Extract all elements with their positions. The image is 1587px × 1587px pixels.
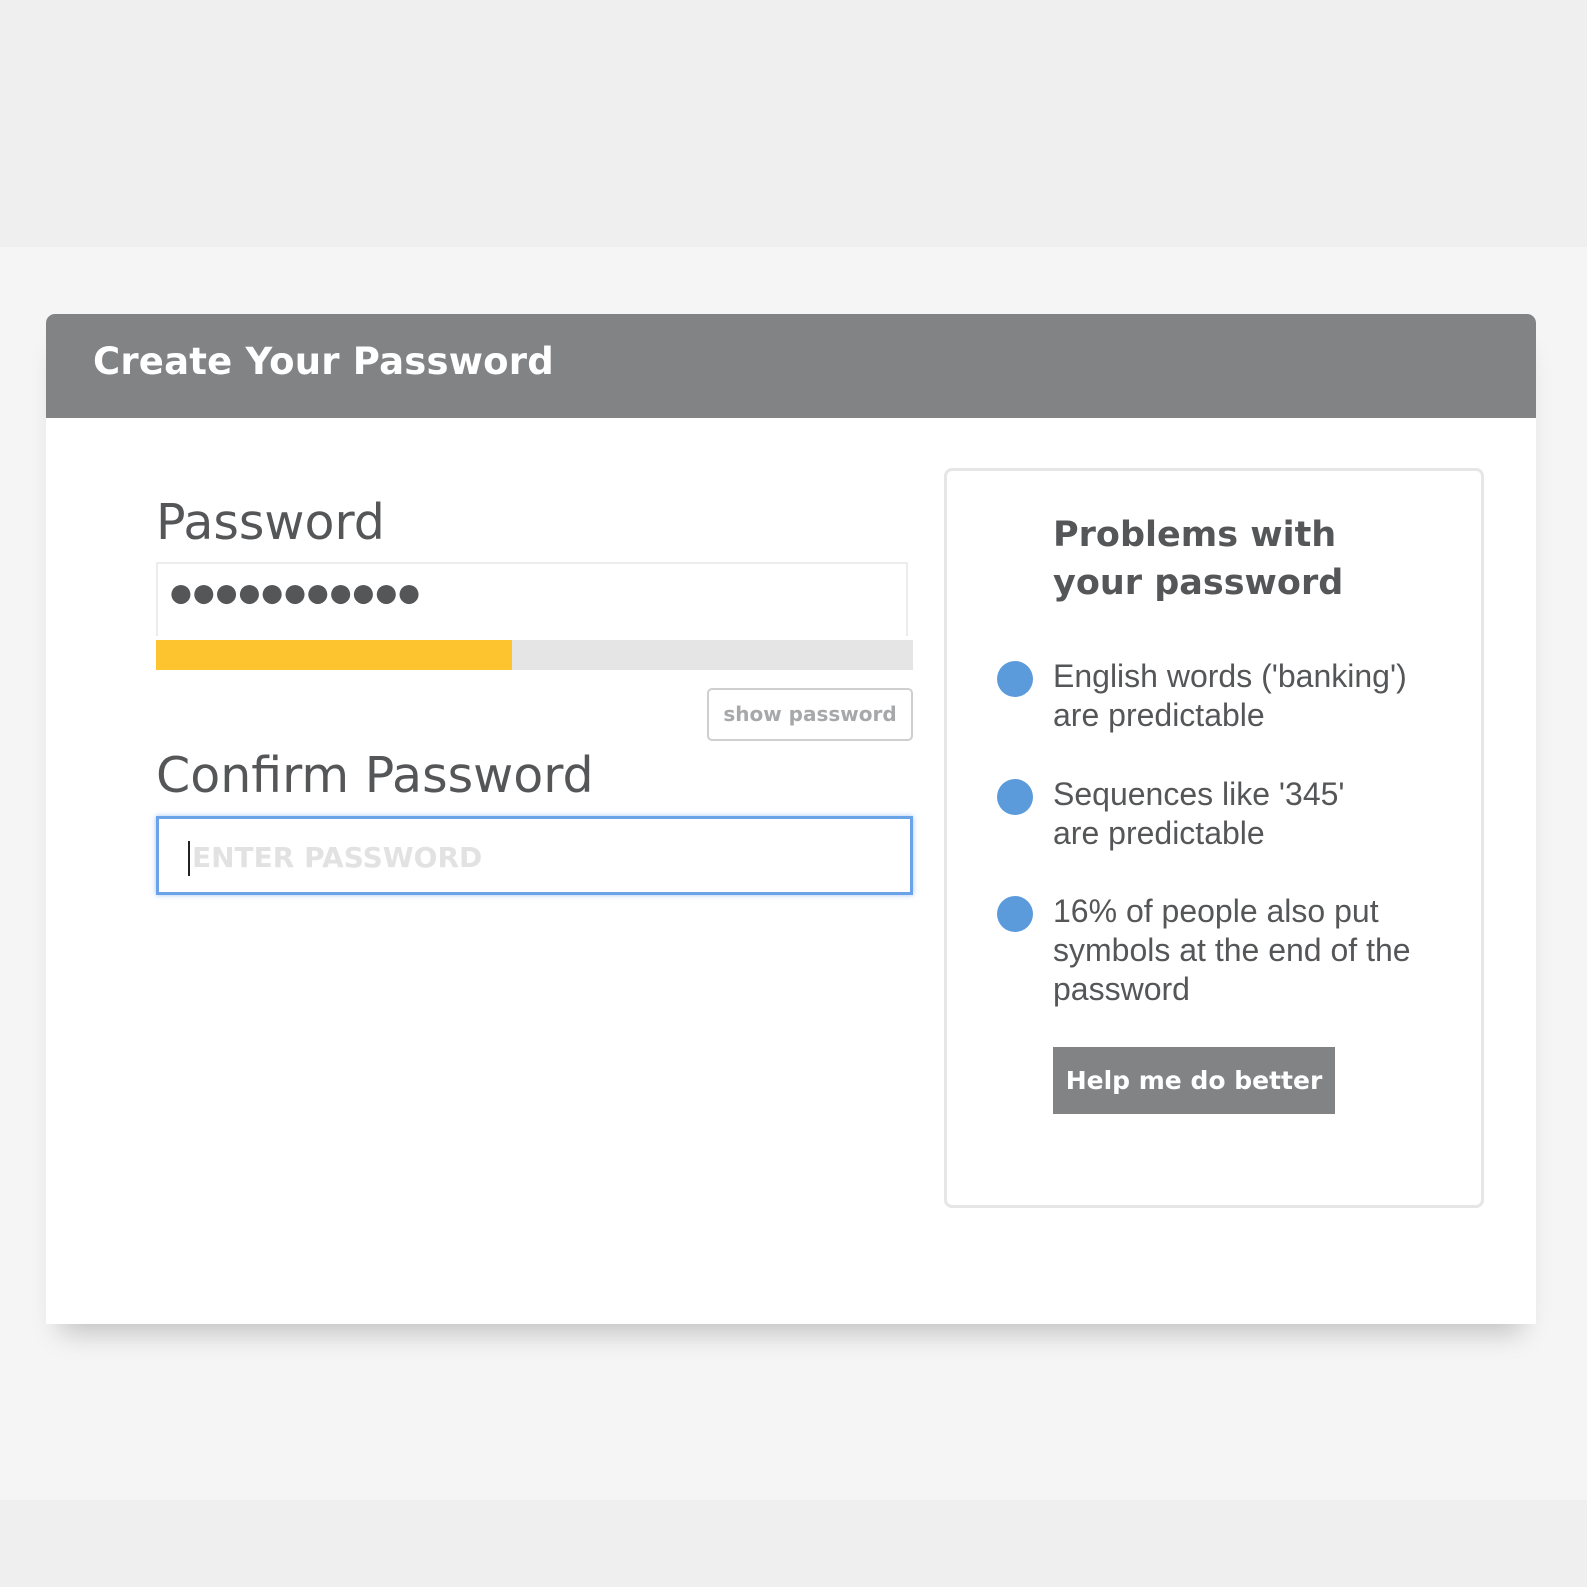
problem-text-line: 16% of people also put <box>1053 893 1379 929</box>
create-password-dialog: Create Your Password Password ●●●●●●●●●●… <box>46 314 1536 1324</box>
bullet-dot-icon <box>997 779 1033 815</box>
problem-text: 16% of people also put symbols at the en… <box>1053 892 1453 1009</box>
password-strength-meter <box>156 640 913 670</box>
problems-title-line: your password <box>1053 563 1344 603</box>
text-caret <box>188 841 190 876</box>
dialog-title: Create Your Password <box>93 340 554 383</box>
password-input[interactable]: ●●●●●●●●●●● <box>156 562 908 636</box>
dialog-header: Create Your Password <box>46 314 1536 418</box>
password-label: Password <box>156 494 385 551</box>
problem-text-line: symbols at the end of the <box>1053 932 1411 968</box>
problem-text-line: English words ('banking') <box>1053 658 1407 694</box>
problems-title-line: Problems with <box>1053 515 1337 555</box>
problem-text-line: are predictable <box>1053 815 1265 851</box>
problem-text: English words ('banking') are predictabl… <box>1053 657 1453 735</box>
bullet-dot-icon <box>997 661 1033 697</box>
problem-text-line: are predictable <box>1053 697 1265 733</box>
problem-text-line: Sequences like '345' <box>1053 776 1345 812</box>
problem-text: Sequences like '345' are predictable <box>1053 775 1453 853</box>
confirm-password-label: Confirm Password <box>156 747 594 804</box>
confirm-password-input[interactable]: ENTER PASSWORD <box>156 816 913 895</box>
bullet-dot-icon <box>997 896 1033 932</box>
problems-title: Problems with your password <box>1053 511 1343 607</box>
show-password-button[interactable]: show password <box>707 688 913 741</box>
help-me-do-better-button[interactable]: Help me do better <box>1053 1047 1335 1114</box>
problem-text-line: password <box>1053 971 1190 1007</box>
password-problems-panel: Problems with your password English word… <box>944 468 1484 1208</box>
password-strength-fill <box>156 640 512 670</box>
password-masked-value: ●●●●●●●●●●● <box>170 578 421 607</box>
confirm-password-placeholder: ENTER PASSWORD <box>192 841 483 874</box>
